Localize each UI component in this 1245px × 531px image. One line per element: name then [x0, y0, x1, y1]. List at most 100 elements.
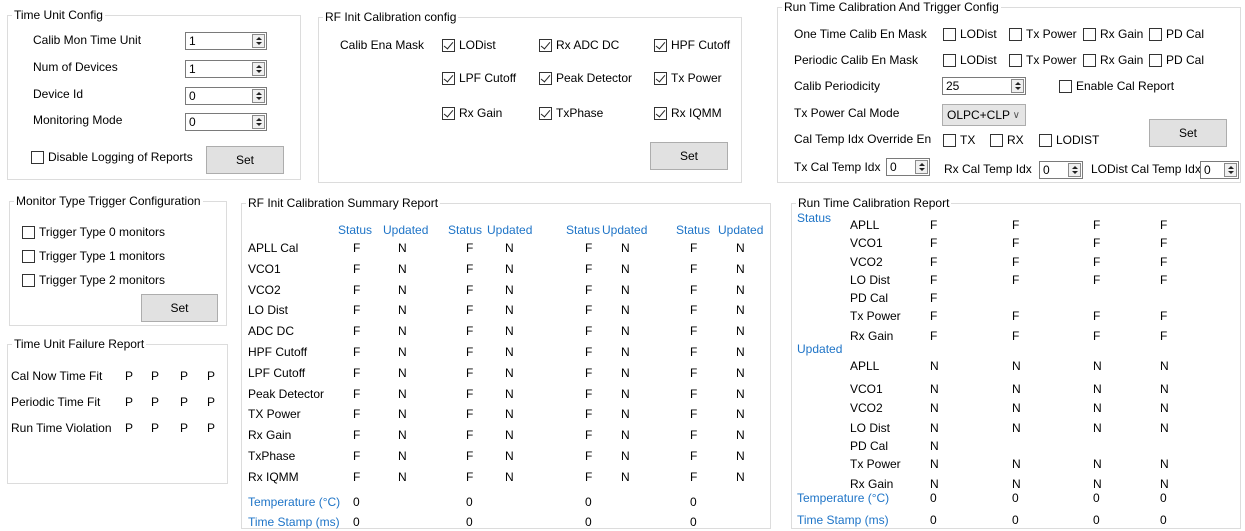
rf-init-lodist-checkbox[interactable] — [442, 39, 455, 52]
summary-cell: N — [621, 324, 630, 339]
device-id-input[interactable]: 0 — [185, 87, 267, 105]
runtime-updated-cell: N — [930, 421, 939, 435]
summary-cell: F — [353, 386, 361, 401]
summary-cell: N — [398, 261, 407, 276]
summary-cell: N — [398, 365, 407, 380]
summary-header: Updated — [487, 223, 533, 237]
spinner-icon[interactable] — [915, 160, 928, 174]
rf-init-hpf-cutoff-checkbox[interactable] — [654, 39, 667, 52]
runtime-updated-cell: N — [1093, 382, 1102, 396]
runtime-status-cell: F — [1012, 329, 1020, 343]
rx-cal-temp-idx-input[interactable]: 0 — [1039, 161, 1083, 179]
summary-cell: N — [398, 303, 407, 318]
spinner-icon[interactable] — [1068, 163, 1081, 177]
calib-mon-time-unit-input[interactable]: 1 — [185, 32, 267, 50]
one-time-lodist-checkbox[interactable] — [943, 28, 956, 41]
monitor-trigger-trigger-type-1-monitors-label: Trigger Type 1 monitors — [39, 249, 166, 263]
periodic-lodist-checkbox[interactable] — [943, 54, 956, 67]
runtime-updated-cell: N — [1012, 359, 1021, 373]
rf-init-lpf-cutoff-checkbox[interactable] — [442, 72, 455, 85]
summary-cell: N — [398, 407, 407, 422]
enable-cal-report-checkbox[interactable] — [1059, 80, 1072, 93]
rf-init-rx-adc-dc-checkbox[interactable] — [539, 39, 552, 52]
disable-logging-checkbox[interactable] — [31, 151, 44, 164]
summary-cell: N — [398, 282, 407, 297]
monitor-trigger-trigger-type-0-monitors-checkbox[interactable] — [22, 226, 35, 239]
override-tx-checkbox[interactable] — [943, 134, 956, 147]
summary-row-label: VCO2 — [248, 282, 281, 297]
summary-cell: N — [505, 261, 514, 276]
one-time-pd-cal-checkbox[interactable] — [1149, 28, 1162, 41]
rf-init-set-button[interactable]: Set — [650, 142, 728, 170]
runtime-status-cell: F — [1160, 218, 1168, 232]
summary-cell: F — [353, 324, 361, 339]
summary-cell: N — [736, 303, 745, 318]
lodist-cal-temp-idx-input[interactable]: 0 — [1200, 161, 1239, 179]
monitoring-mode-input[interactable]: 0 — [185, 113, 267, 131]
summary-cell: N — [398, 449, 407, 463]
summary-header: Updated — [602, 223, 648, 237]
one-time-rx-gain-checkbox[interactable] — [1083, 28, 1096, 41]
rf-init-config-title: RF Init Calibration config — [325, 10, 457, 24]
rf-init-peak-detector-checkbox[interactable] — [539, 72, 552, 85]
rf-init-rx-gain-checkbox[interactable] — [442, 107, 455, 120]
spinner-icon[interactable] — [1224, 163, 1237, 177]
summary-cell: F — [353, 428, 361, 443]
one-time-tx-power-checkbox[interactable] — [1009, 28, 1022, 41]
num-devices-input[interactable]: 1 — [185, 60, 267, 78]
summary-temperature-value: 0 — [466, 495, 473, 509]
spinner-icon[interactable] — [252, 34, 265, 48]
runtime-status-cell: F — [1160, 273, 1168, 287]
summary-cell: F — [585, 241, 593, 255]
summary-cell: N — [505, 282, 514, 297]
spinner-icon[interactable] — [252, 115, 265, 129]
tx-cal-temp-idx-label: Tx Cal Temp Idx — [794, 160, 881, 174]
summary-cell: F — [690, 241, 698, 255]
periodic-rx-gain-checkbox[interactable] — [1083, 54, 1096, 67]
summary-cell: F — [690, 449, 698, 463]
runtime-updated-cell: N — [1012, 421, 1021, 435]
summary-cell: F — [466, 407, 474, 422]
summary-cell: N — [736, 282, 745, 297]
time-unit-set-button[interactable]: Set — [206, 146, 284, 174]
runtime-status-cell: F — [930, 255, 938, 269]
runtime-updated-cell: N — [1093, 457, 1102, 471]
tx-cal-temp-idx-input[interactable]: 0 — [886, 158, 930, 176]
monitoring-mode-value: 0 — [189, 115, 196, 129]
runtime-report-title: Run Time Calibration Report — [798, 196, 950, 210]
periodic-pd-cal-checkbox[interactable] — [1149, 54, 1162, 67]
summary-cell: F — [690, 261, 698, 276]
rf-init-txphase-checkbox[interactable] — [539, 107, 552, 120]
tx-cal-temp-idx-value: 0 — [890, 160, 897, 174]
failure-cell: P — [180, 421, 189, 435]
summary-cell: N — [621, 241, 630, 255]
summary-cell: F — [585, 365, 593, 380]
monitor-trigger-set-button[interactable]: Set — [141, 294, 218, 322]
rf-init-rx-iqmm-checkbox[interactable] — [654, 107, 667, 120]
override-rx-checkbox[interactable] — [990, 134, 1003, 147]
runtime-status-row-label: APLL — [850, 218, 880, 232]
runtime-set-button[interactable]: Set — [1149, 119, 1227, 147]
runtime-updated-cell: N — [930, 401, 939, 415]
runtime-status-cell: F — [1093, 236, 1101, 250]
runtime-temperature-value: 0 — [1160, 491, 1167, 505]
calib-periodicity-input[interactable]: 25 — [942, 77, 1026, 95]
override-lodist-checkbox[interactable] — [1039, 134, 1052, 147]
summary-row-label: ADC DC — [248, 324, 295, 339]
monitor-trigger-trigger-type-2-monitors-checkbox[interactable] — [22, 274, 35, 287]
summary-cell: N — [398, 345, 407, 359]
summary-row-label: TX Power — [248, 407, 301, 422]
tx-power-cal-mode-select[interactable]: OLPC+CLP ∨ — [942, 104, 1026, 126]
periodic-tx-power-checkbox[interactable] — [1009, 54, 1022, 67]
summary-cell: F — [585, 386, 593, 401]
spinner-icon[interactable] — [1011, 79, 1024, 93]
runtime-updated-cell: N — [1160, 421, 1169, 435]
monitor-trigger-trigger-type-1-monitors-checkbox[interactable] — [22, 250, 35, 263]
failure-cell: P — [180, 395, 189, 409]
runtime-status-cell: F — [1160, 255, 1168, 269]
spinner-icon[interactable] — [252, 62, 265, 76]
periodic-mask-label: Periodic Calib En Mask — [794, 53, 919, 67]
spinner-icon[interactable] — [252, 89, 265, 103]
rf-init-tx-power-checkbox[interactable] — [654, 72, 667, 85]
runtime-status-cell: F — [930, 309, 938, 323]
